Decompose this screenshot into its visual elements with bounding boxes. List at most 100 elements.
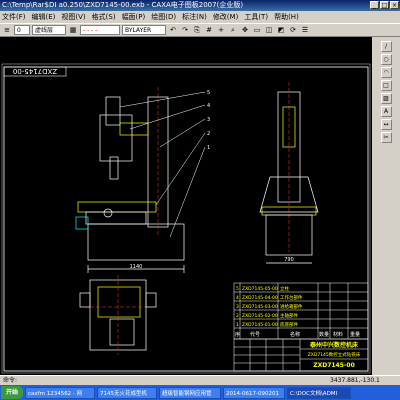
zoom-prev-icon[interactable]: ◩: [276, 25, 286, 35]
start-button[interactable]: 开始: [1, 386, 23, 399]
maximize-button[interactable]: □: [380, 1, 389, 9]
header-code: 代号: [250, 331, 260, 338]
linetype-select[interactable]: 虚线层: [32, 25, 66, 35]
parts-row-name: 底座部件: [280, 321, 298, 328]
menu-help[interactable]: 帮助(H): [274, 11, 299, 23]
redo-icon[interactable]: ↷: [180, 25, 190, 35]
drawing-svg: ZXD7145-00 1140 5 4 3 2 1 790 5 ZXD7145-…: [1, 63, 371, 374]
zoom-icon[interactable]: ⌕: [228, 25, 238, 35]
parts-row-name: 立柱: [280, 285, 289, 292]
front-view: [75, 87, 185, 273]
properties-icon[interactable]: ☰: [300, 25, 310, 35]
layer-icon[interactable]: ≡: [2, 25, 12, 35]
taskbar-item[interactable]: 超级智能钢网应用管: [159, 386, 221, 399]
top-column: [109, 318, 135, 346]
parts-list-header: 序 代号 名称 数量 材料 重量: [235, 331, 360, 338]
zoom-window-icon[interactable]: ▭: [252, 25, 262, 35]
menu-bar: 文件(F) 编辑(E) 视图(V) 格式(S) 幅面(P) 绘图(D) 标注(N…: [0, 11, 400, 23]
balloon-labels: 5 4 3 2 1: [207, 90, 210, 151]
parts-list-rows: 5 ZXD7145-05-00 立柱 4 ZXD7145-04-00 工作台部件…: [236, 285, 303, 328]
drawing-canvas[interactable]: ZXD7145-00 1140 5 4 3 2 1 790 5 ZXD7145-…: [0, 37, 372, 375]
parts-row-code: ZXD7145-02-00: [242, 313, 278, 319]
right-toolbar: / ○ ◠ □ ▨ A ↔ ✂: [372, 37, 400, 375]
arc-tool-icon[interactable]: ◠: [380, 67, 392, 78]
header-name: 名称: [290, 331, 300, 338]
company-name: 泰州中兴数控机床: [309, 341, 359, 349]
parts-row-code: ZXD7145-01-00: [242, 322, 278, 328]
trim-tool-icon[interactable]: ✂: [380, 132, 392, 143]
top-table: [97, 286, 141, 318]
table: [77, 201, 157, 213]
line-style-select[interactable]: - - - -: [80, 25, 120, 35]
zoom-all-icon[interactable]: ◫: [264, 25, 274, 35]
parts-row-name: 工作台部件: [280, 294, 303, 301]
layer-select[interactable]: 0: [14, 25, 30, 35]
parts-row-no: 2: [236, 313, 239, 319]
status-bar: 命令: 3437.881,-130.1: [0, 375, 400, 385]
minimize-button[interactable]: _: [370, 1, 379, 9]
palette-icon[interactable]: ▦: [68, 25, 78, 35]
rect-tool-icon[interactable]: □: [380, 80, 392, 91]
leader-lines: [119, 91, 206, 238]
dim-text-side: 790: [284, 257, 294, 263]
header-qty: 数量: [319, 331, 329, 338]
saddle: [85, 211, 147, 225]
balloon-2: 2: [207, 131, 210, 137]
menu-format[interactable]: 格式(S): [92, 11, 116, 23]
menu-dimension[interactable]: 标注(N): [182, 11, 207, 23]
snap-icon[interactable]: +: [216, 25, 226, 35]
dimension-tool-icon[interactable]: ↔: [380, 119, 392, 130]
taskbar: 开始 caxfm 1234562 - 网 7145无火花成型机 超级智能钢网应用…: [0, 385, 400, 400]
parts-row-code: ZXD7145-04-00: [242, 295, 278, 301]
parts-row-no: 1: [236, 322, 239, 328]
balloon-1: 1: [207, 145, 210, 151]
undo-icon[interactable]: ↶: [168, 25, 178, 35]
menu-sheet[interactable]: 幅面(P): [122, 11, 146, 23]
top-view: [79, 275, 157, 355]
product-name: ZXD7145数控立式钻铣床: [308, 351, 361, 358]
headstock: [99, 114, 133, 162]
base: [87, 223, 185, 261]
taskbar-item[interactable]: caxfm 1234562 - 网: [25, 386, 95, 399]
top-handwheel: [145, 292, 157, 308]
line-tool-icon[interactable]: /: [380, 41, 392, 52]
menu-file[interactable]: 文件(F): [2, 11, 26, 23]
color-select[interactable]: BYLAYER: [122, 25, 166, 35]
menu-modify[interactable]: 修改(M): [213, 11, 239, 23]
drawing-frame: [3, 66, 369, 372]
properties-toolbar: ≡ 0 虚线层 ▦ - - - - BYLAYER ↶ ↷ ⎘ # + ⌕ ✥ …: [0, 23, 400, 37]
menu-tools[interactable]: 工具(T): [244, 11, 268, 23]
parts-row-code: ZXD7145-03-00: [242, 304, 278, 310]
pan-icon[interactable]: ✥: [240, 25, 250, 35]
outer-border: [1, 63, 371, 374]
window-title: C:\Temp\Rar$DI a0.250\ZXD7145-00.exb - C…: [2, 1, 244, 9]
header-material: 材料: [333, 331, 343, 338]
close-button[interactable]: ×: [390, 1, 399, 9]
window-titlebar: C:\Temp\Rar$DI a0.250\ZXD7145-00.exb - C…: [0, 0, 400, 11]
parts-row-no: 5: [236, 286, 239, 292]
hatch-tool-icon[interactable]: ▨: [380, 93, 392, 104]
header-no: 序: [235, 331, 240, 338]
text-tool-icon[interactable]: A: [380, 106, 392, 117]
refresh-icon[interactable]: ⟳: [288, 25, 298, 35]
menu-edit[interactable]: 编辑(E): [32, 11, 56, 23]
copy-icon[interactable]: ⎘: [192, 25, 202, 35]
window-controls: _ □ ×: [370, 1, 399, 9]
handwheel-circle: [103, 208, 113, 218]
menu-draw[interactable]: 绘图(D): [151, 11, 176, 23]
balloon-4: 4: [207, 103, 210, 109]
side-view: [259, 82, 319, 264]
parts-row-no: 4: [236, 295, 239, 301]
taskbar-item-active[interactable]: C:\DOC文档\ADMI: [287, 386, 351, 399]
balloon-3: 3: [207, 117, 210, 123]
menu-view[interactable]: 视图(V): [61, 11, 85, 23]
parts-row-name: 主轴部件: [280, 312, 298, 319]
circle-tool-icon[interactable]: ○: [380, 54, 392, 65]
taskbar-item[interactable]: 2014-0617-090201: [223, 386, 285, 399]
balloon-5: 5: [207, 90, 210, 96]
drawing-number: ZXD7145-00: [313, 362, 355, 369]
grid-icon[interactable]: #: [204, 25, 214, 35]
spindle: [109, 156, 119, 180]
parts-row-code: ZXD7145-05-00: [242, 286, 278, 292]
taskbar-item[interactable]: 7145无火花成型机: [97, 386, 157, 399]
